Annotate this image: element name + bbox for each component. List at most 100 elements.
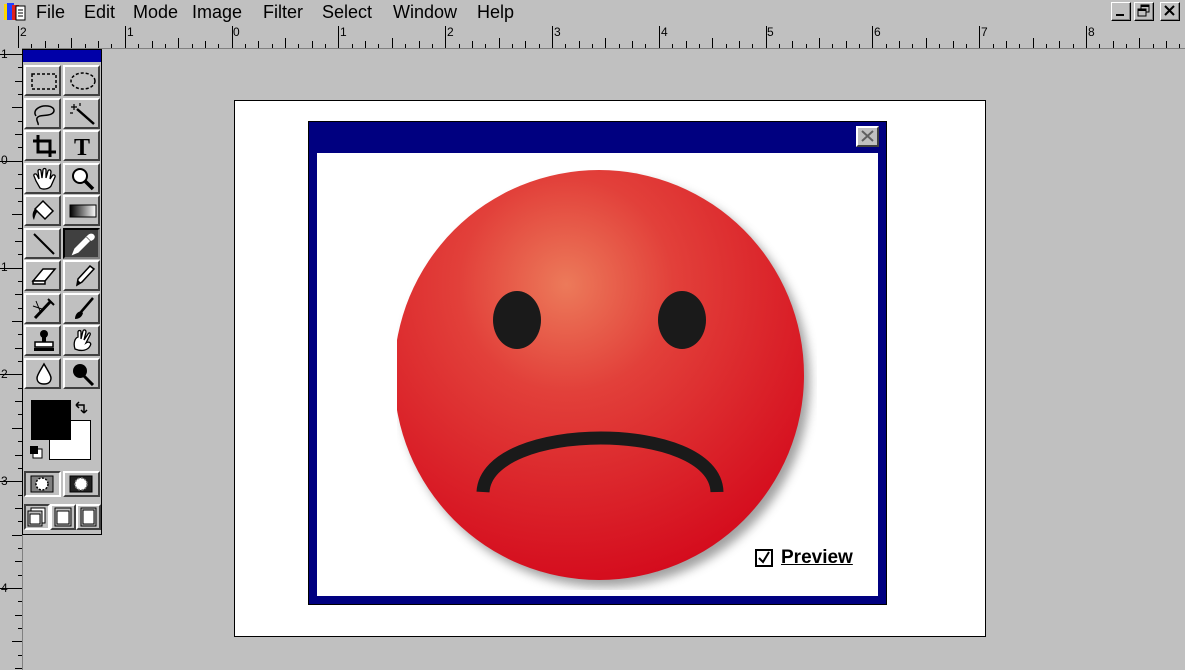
ruler-label: 3 xyxy=(1,474,8,488)
gradient-icon xyxy=(69,204,97,218)
menu-image[interactable]: Image xyxy=(192,1,242,23)
quick-mask-mode-button[interactable] xyxy=(63,471,100,497)
svg-text:T: T xyxy=(74,135,90,158)
drop-icon xyxy=(36,362,52,385)
menu-select[interactable]: Select xyxy=(322,1,372,23)
ruler-label: 1 xyxy=(1,260,8,274)
airbrush-icon xyxy=(32,298,55,320)
eraser-icon xyxy=(31,268,57,285)
full-screen-menu-icon xyxy=(54,507,72,527)
tool-magic-wand[interactable] xyxy=(63,98,100,129)
paintbrush-icon xyxy=(75,297,94,319)
preview-label: Preview xyxy=(781,547,853,569)
tool-paintbrush[interactable] xyxy=(63,293,100,324)
swap-colors-icon[interactable] xyxy=(75,401,89,415)
tool-airbrush[interactable] xyxy=(24,293,61,324)
face-circle xyxy=(397,170,804,580)
tool-crop[interactable] xyxy=(24,130,61,161)
ruler-label: 4 xyxy=(661,25,668,39)
ruler-label: 1 xyxy=(1,47,8,61)
tool-gradient[interactable] xyxy=(63,195,100,226)
close-icon xyxy=(1164,5,1175,16)
sad-face-image xyxy=(397,170,810,587)
magic-wand-icon xyxy=(70,103,95,125)
tool-burn[interactable] xyxy=(63,358,100,389)
ruler-label: 1 xyxy=(340,25,347,39)
standard-mode-icon xyxy=(30,475,54,493)
tool-smudge[interactable] xyxy=(63,325,100,356)
pencil-icon xyxy=(75,264,96,287)
burn-icon xyxy=(73,364,95,386)
ruler-label: 5 xyxy=(767,25,774,39)
full-screen-button[interactable] xyxy=(76,504,101,530)
full-screen-menu-button[interactable] xyxy=(50,504,76,530)
ruler-label: 3 xyxy=(554,25,561,39)
close-icon xyxy=(861,130,874,142)
default-colors-icon[interactable] xyxy=(29,445,43,459)
standard-mode-button[interactable] xyxy=(24,471,61,497)
line-icon xyxy=(33,233,55,255)
app-icon[interactable] xyxy=(3,2,29,22)
menu-edit[interactable]: Edit xyxy=(84,1,115,23)
foreground-color-swatch[interactable] xyxy=(31,400,71,440)
eyedropper-icon xyxy=(71,233,95,256)
quick-mask-icon xyxy=(69,475,93,493)
tool-hand[interactable] xyxy=(24,163,61,194)
type-icon: T xyxy=(74,135,90,158)
tool-elliptical-marquee[interactable] xyxy=(63,65,100,96)
horizontal-ruler: 2 1 0 1 2 3 4 5 6 7 8 xyxy=(0,24,1185,49)
standard-screen-button[interactable] xyxy=(24,504,50,530)
vertical-ruler-ticks xyxy=(0,54,22,669)
ruler-label: 6 xyxy=(874,25,881,39)
tool-lasso[interactable] xyxy=(24,98,61,129)
standard-screen-icon xyxy=(27,507,46,527)
preview-dialog: Preview xyxy=(308,121,887,605)
restore-icon xyxy=(1137,4,1150,17)
ruler-label: 0 xyxy=(1,153,8,167)
menu-help[interactable]: Help xyxy=(477,1,514,23)
tool-blur[interactable] xyxy=(24,358,61,389)
ruler-label: 2 xyxy=(1,367,8,381)
tool-eraser[interactable] xyxy=(24,260,61,291)
ruler-label: 1 xyxy=(127,25,134,39)
tool-rectangular-marquee[interactable] xyxy=(24,65,61,96)
toolbox-title-bar[interactable] xyxy=(23,50,101,62)
menu-filter[interactable]: Filter xyxy=(263,1,303,23)
dialog-close-button[interactable] xyxy=(856,126,879,147)
check-icon xyxy=(758,551,770,564)
dialog-content: Preview xyxy=(317,153,878,596)
ruler-label: 4 xyxy=(1,581,8,595)
menu-mode[interactable]: Mode xyxy=(133,1,178,23)
vertical-ruler: 1 0 1 2 3 4 xyxy=(0,48,23,670)
horizontal-ruler-ticks xyxy=(18,26,1180,48)
ellipse-marquee-icon xyxy=(70,72,96,90)
preview-label-text: Preview xyxy=(781,547,853,568)
ruler-label: 2 xyxy=(447,25,454,39)
tool-zoom[interactable] xyxy=(63,163,100,194)
hand-icon xyxy=(33,167,56,190)
menu-file[interactable]: File xyxy=(36,1,65,23)
preview-checkbox[interactable] xyxy=(755,549,773,567)
ruler-label: 2 xyxy=(20,25,27,39)
ruler-label: 8 xyxy=(1088,25,1095,39)
tool-line[interactable] xyxy=(24,228,61,259)
restore-button[interactable] xyxy=(1134,2,1154,21)
menu-bar: File Edit Mode Image Filter Select Windo… xyxy=(0,0,1185,24)
toolbox: T xyxy=(22,49,102,535)
right-eye xyxy=(658,291,706,349)
tool-eyedropper[interactable] xyxy=(63,228,100,259)
tool-rubber-stamp[interactable] xyxy=(24,325,61,356)
tool-paint-bucket[interactable] xyxy=(24,195,61,226)
menu-window[interactable]: Window xyxy=(393,1,457,23)
stamp-icon xyxy=(34,330,54,351)
tool-type[interactable]: T xyxy=(63,130,100,161)
minimize-icon xyxy=(1116,14,1124,16)
rect-marquee-icon xyxy=(31,73,57,90)
close-app-button[interactable] xyxy=(1160,2,1180,21)
magnifier-icon xyxy=(72,168,95,191)
paint-bucket-icon xyxy=(32,199,55,221)
tool-pencil[interactable] xyxy=(63,260,100,291)
minimize-button[interactable] xyxy=(1111,2,1131,21)
lasso-icon xyxy=(34,105,55,126)
ruler-label: 0 xyxy=(233,25,240,39)
